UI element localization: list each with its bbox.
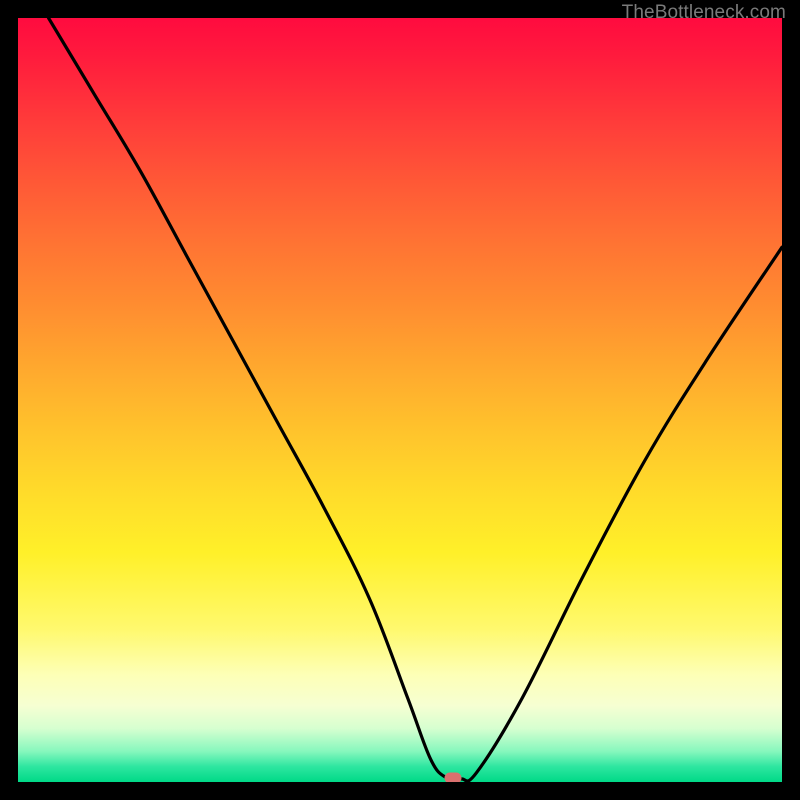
plot-area [18, 18, 782, 782]
bottleneck-curve [18, 18, 782, 782]
chart-frame: TheBottleneck.com [0, 0, 800, 800]
optimum-marker [445, 773, 462, 782]
